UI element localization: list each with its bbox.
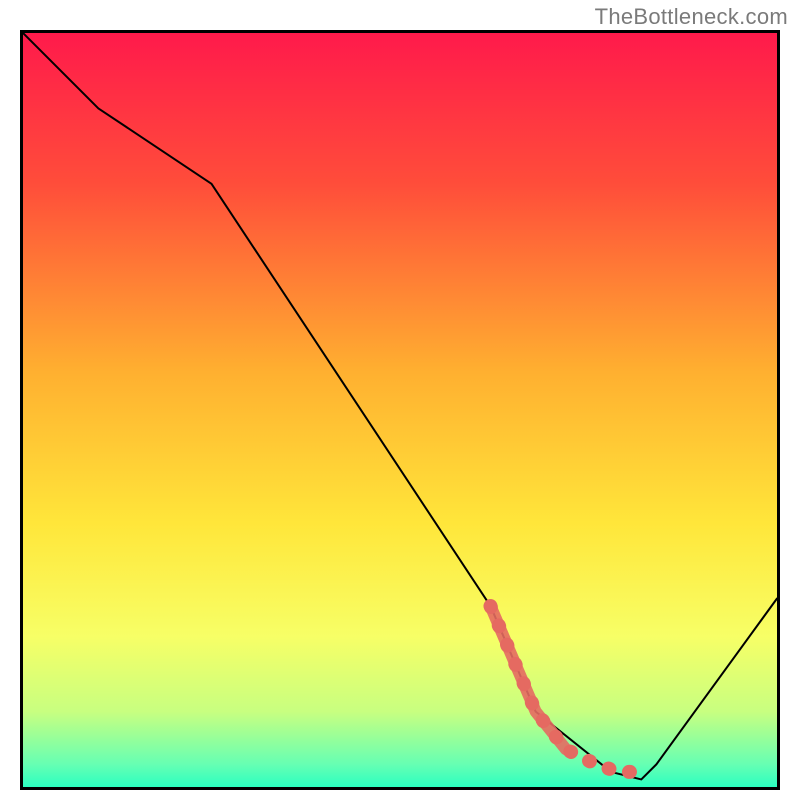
plot-area <box>20 30 780 790</box>
chart-container: TheBottleneck.com <box>0 0 800 800</box>
recommended-range-solid <box>490 606 565 749</box>
bottleneck-curve <box>23 33 777 779</box>
curve-overlay <box>23 33 777 787</box>
watermark: TheBottleneck.com <box>595 4 788 30</box>
